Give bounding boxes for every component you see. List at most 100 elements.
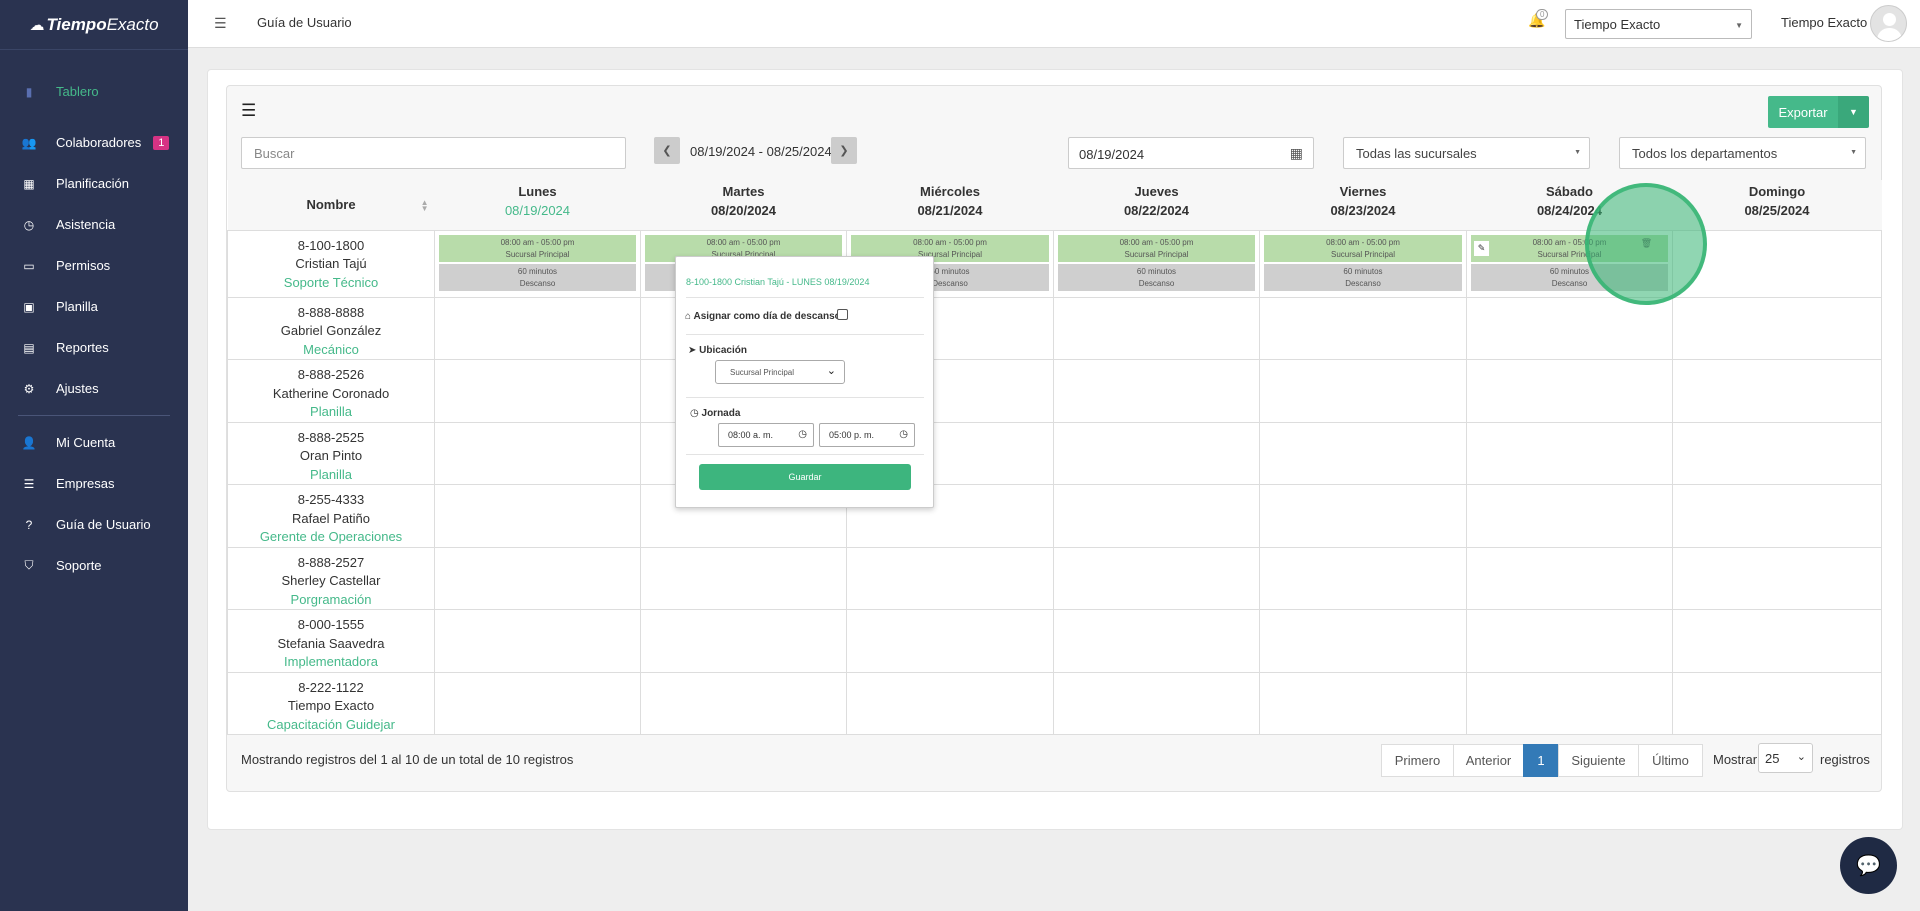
schedule-cell[interactable] — [846, 546, 1054, 610]
schedule-cell[interactable] — [1259, 296, 1467, 360]
date-field[interactable]: 08/19/2024 ▦ — [1068, 137, 1314, 169]
schedule-cell[interactable]: 08:00 am - 05:00 pm Sucursal Principal 60 … — [1259, 229, 1467, 298]
sidebar-item-permisos[interactable]: ▭ Permisos — [0, 245, 188, 286]
sidebar-item-soporte[interactable]: ⛉ Soporte — [0, 545, 188, 586]
schedule-cell[interactable] — [1466, 609, 1673, 673]
schedule-cell[interactable] — [1672, 296, 1882, 360]
schedule-cell[interactable] — [1259, 671, 1467, 735]
schedule-cell[interactable] — [434, 421, 641, 485]
schedule-cell[interactable] — [1259, 546, 1467, 610]
shift-block[interactable]: 08:00 am - 05:00 pm Sucursal Principal 60 … — [1058, 234, 1255, 291]
export-dropdown-icon[interactable]: ▼ — [1838, 96, 1869, 128]
page-prev-button[interactable]: Anterior — [1453, 744, 1524, 777]
brand-logo[interactable]: ☁ Tiempo Exacto — [0, 0, 188, 50]
schedule-cell[interactable] — [1053, 359, 1260, 423]
page-size-select[interactable]: 25 ⌄ — [1758, 743, 1813, 773]
schedule-cell[interactable] — [1466, 484, 1673, 548]
schedule-cell[interactable] — [1672, 671, 1882, 735]
shift-hours: 08:00 am - 05:00 pm — [1119, 237, 1194, 247]
schedule-cell[interactable] — [1466, 296, 1673, 360]
schedule-cell[interactable] — [846, 671, 1054, 735]
employee-role[interactable]: Implementadora — [228, 653, 434, 672]
sidebar-item-guia[interactable]: ? Guía de Usuario — [0, 504, 188, 545]
page-first-button[interactable]: Primero — [1381, 744, 1454, 777]
employee-role[interactable]: Planilla — [228, 466, 434, 485]
pencil-icon[interactable]: ✎ — [1474, 240, 1489, 256]
schedule-cell[interactable] — [1053, 421, 1260, 485]
export-button[interactable]: Exportar — [1768, 96, 1838, 128]
sidebar-item-asistencia[interactable]: ◷ Asistencia — [0, 204, 188, 245]
employee-role[interactable]: Mecánico — [228, 341, 434, 360]
sidebar-item-label: Reportes — [56, 340, 109, 355]
schedule-cell[interactable] — [1053, 671, 1260, 735]
company-select[interactable]: Tiempo Exacto ▼ — [1565, 9, 1752, 39]
schedule-cell[interactable] — [1672, 609, 1882, 673]
employee-role[interactable]: Capacitación Guidejar — [228, 716, 434, 735]
sidebar-item-ajustes[interactable]: ⚙ Ajustes — [0, 368, 188, 409]
sidebar-item-empresas[interactable]: ☰ Empresas — [0, 463, 188, 504]
sidebar-item-reportes[interactable]: ▤ Reportes — [0, 327, 188, 368]
branch-select[interactable]: Todas las sucursales ▼ — [1343, 137, 1590, 169]
schedule-cell[interactable] — [1053, 546, 1260, 610]
schedule-cell[interactable] — [434, 671, 641, 735]
schedule-cell[interactable] — [434, 609, 641, 673]
avatar[interactable] — [1870, 5, 1907, 42]
employee-role[interactable]: Porgramación — [228, 591, 434, 610]
schedule-cell[interactable] — [1466, 359, 1673, 423]
rest-day-checkbox[interactable] — [837, 309, 848, 320]
location-select[interactable]: Sucursal Principal ⌄ — [715, 360, 845, 384]
schedule-cell[interactable] — [1259, 484, 1467, 548]
department-select[interactable]: Todos los departamentos ▼ — [1619, 137, 1866, 169]
calendar-icon[interactable]: ▦ — [1290, 145, 1303, 162]
employee-role[interactable]: Gerente de Operaciones — [228, 528, 434, 547]
schedule-cell[interactable] — [434, 484, 641, 548]
week-next-button[interactable]: ❯ — [831, 137, 857, 164]
list-menu-icon[interactable]: ☰ — [241, 101, 256, 121]
employee-role[interactable]: Planilla — [228, 403, 434, 422]
page-1-button[interactable]: 1 — [1523, 744, 1559, 777]
schedule-cell[interactable] — [1259, 609, 1467, 673]
schedule-cell[interactable]: 08:00 am - 05:00 pm Sucursal Principal 60 … — [1053, 229, 1260, 298]
sidebar-item-mi-cuenta[interactable]: 👤 Mi Cuenta — [0, 422, 188, 463]
schedule-cell[interactable] — [1259, 359, 1467, 423]
user-name[interactable]: Tiempo Exacto — [1781, 15, 1867, 30]
schedule-cell[interactable] — [846, 609, 1054, 673]
column-header-name[interactable]: Nombre ▲ ▼ — [227, 180, 435, 231]
schedule-cell[interactable] — [1466, 671, 1673, 735]
shift-block[interactable]: 08:00 am - 05:00 pm Sucursal Principal 60 … — [1264, 234, 1462, 291]
page-last-button[interactable]: Último — [1638, 744, 1703, 777]
schedule-cell[interactable] — [1466, 546, 1673, 610]
sidebar-item-planificacion[interactable]: ▦ Planificación — [0, 163, 188, 204]
schedule-cell[interactable] — [1672, 359, 1882, 423]
day-name: Lunes — [518, 184, 557, 199]
schedule-cell[interactable] — [1672, 484, 1882, 548]
sidebar-item-planilla[interactable]: ▣ Planilla — [0, 286, 188, 327]
schedule-cell[interactable] — [1053, 609, 1260, 673]
week-prev-button[interactable]: ❮ — [654, 137, 680, 164]
schedule-cell[interactable] — [434, 546, 641, 610]
save-button[interactable]: Guardar — [699, 464, 911, 490]
schedule-cell[interactable] — [1259, 421, 1467, 485]
page-next-button[interactable]: Siguiente — [1558, 744, 1639, 777]
chat-button[interactable]: 💬 — [1840, 837, 1897, 894]
schedule-cell[interactable] — [1672, 421, 1882, 485]
schedule-cell[interactable] — [1672, 546, 1882, 610]
search-input[interactable] — [241, 137, 626, 169]
schedule-cell[interactable] — [434, 359, 641, 423]
schedule-cell[interactable] — [434, 296, 641, 360]
employee-role[interactable]: Soporte Técnico — [228, 274, 434, 293]
schedule-cell[interactable] — [640, 546, 847, 610]
schedule-cell[interactable] — [640, 609, 847, 673]
end-time-input[interactable]: 05:00 p. m. ◷ — [819, 423, 915, 447]
schedule-cell[interactable]: 08:00 am - 05:00 pm Sucursal Principal 60 … — [434, 229, 641, 298]
menu-toggle-icon[interactable]: ☰ — [214, 15, 227, 32]
sidebar-item-tablero[interactable]: ▮ Tablero — [0, 71, 188, 112]
schedule-cell[interactable] — [640, 671, 847, 735]
schedule-cell[interactable] — [1053, 296, 1260, 360]
sidebar-item-colaboradores[interactable]: 👥 Colaboradores 1 — [0, 122, 188, 163]
notifications-bell-icon[interactable]: 🔔 0 — [1528, 9, 1549, 29]
start-time-input[interactable]: 08:00 a. m. ◷ — [718, 423, 814, 447]
schedule-cell[interactable] — [1053, 484, 1260, 548]
schedule-cell[interactable] — [1466, 421, 1673, 485]
shift-block[interactable]: 08:00 am - 05:00 pm Sucursal Principal 60 … — [439, 234, 636, 291]
